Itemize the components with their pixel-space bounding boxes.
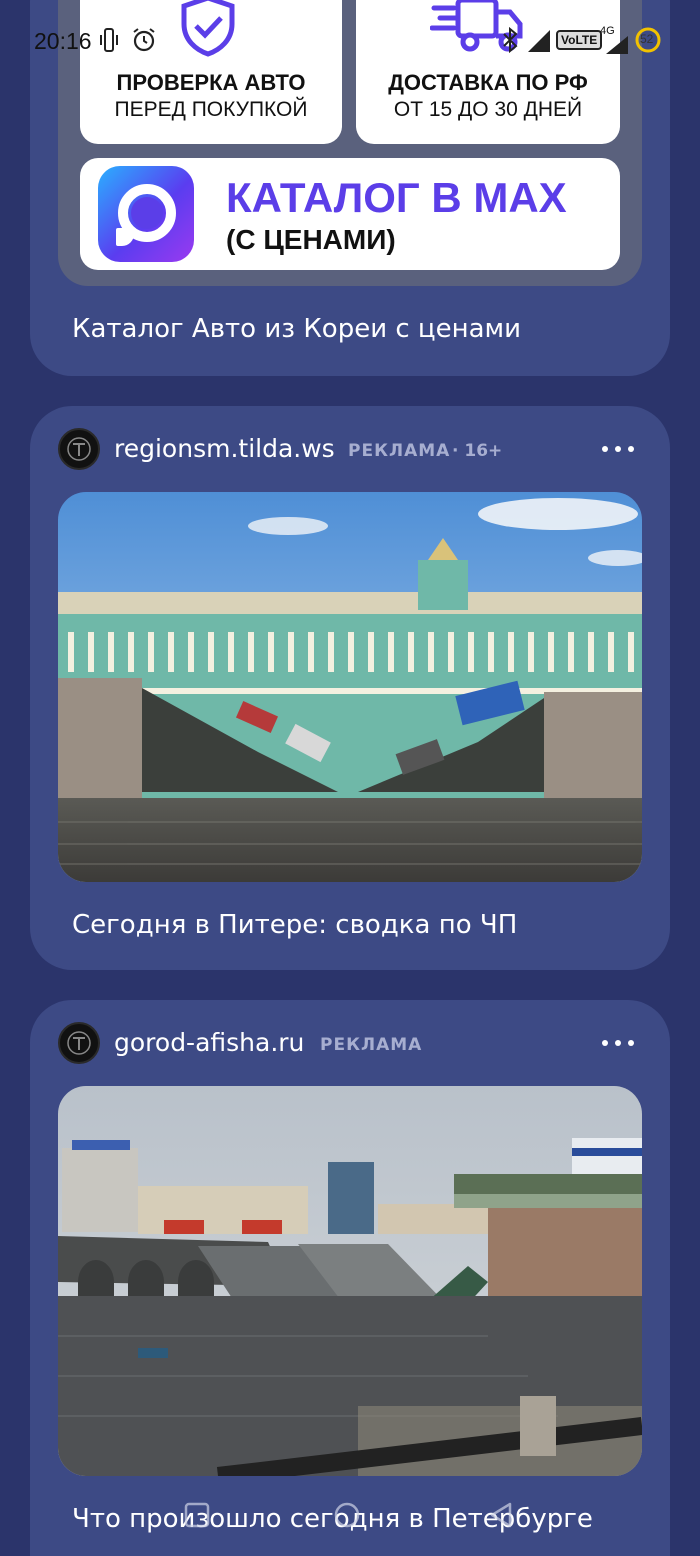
signal-secondary-icon	[606, 36, 628, 54]
system-nav-bar	[0, 1490, 700, 1550]
tile-delivery-line1: ДОСТАВКА ПО РФ	[388, 70, 588, 95]
ad-label: РЕКЛАМА	[320, 1035, 423, 1055]
battery-level: 52	[640, 32, 654, 46]
status-bar: 20:16 VoLTE 4G 52	[0, 22, 700, 58]
tile-check-line2: ПЕРЕД ПОКУПКОЙ	[114, 98, 308, 121]
ad-card[interactable]: gorod-afisha.ru РЕКЛАМА Что произошло се…	[30, 1000, 670, 1556]
tile-max-catalog: КАТАЛОГ В MAX (С ЦЕНАМИ)	[80, 158, 620, 270]
ad-header: gorod-afisha.ru РЕКЛАМА	[58, 1020, 642, 1068]
ad-card-title[interactable]: Сегодня в Питере: сводка по ЧП	[72, 910, 517, 940]
max-catalog-title: КАТАЛОГ В MAX	[226, 174, 567, 221]
tile-delivery-line2: ОТ 15 ДО 30 ДНЕЙ	[393, 98, 583, 121]
ad-photo-illustration	[58, 1086, 642, 1476]
ad-card[interactable]: regionsm.tilda.ws РЕКЛАМА · 16+ Сегодня …	[30, 406, 670, 970]
ad-label: РЕКЛАМА	[348, 441, 451, 461]
back-icon[interactable]	[486, 1500, 516, 1530]
ad-header: regionsm.tilda.ws РЕКЛАМА · 16+	[58, 426, 642, 474]
more-options-button[interactable]	[602, 1028, 638, 1058]
collapsed-bridge-by-palace-photo[interactable]	[58, 492, 642, 882]
more-options-button[interactable]	[602, 434, 638, 464]
collapsed-bridge-city-photo[interactable]	[58, 1086, 642, 1476]
volte-badge: VoLTE	[556, 30, 603, 50]
age-rating-label: · 16+	[452, 441, 503, 461]
recent-apps-icon[interactable]	[182, 1500, 212, 1530]
status-time: 20:16	[34, 28, 92, 54]
bluetooth-icon	[503, 27, 518, 53]
source-name[interactable]: regionsm.tilda.ws	[114, 434, 335, 463]
promo-card-title[interactable]: Каталог Авто из Кореи с ценами	[72, 314, 521, 344]
max-messenger-logo	[98, 166, 194, 262]
tile-check-line1: ПРОВЕРКА АВТО	[116, 70, 306, 95]
source-logo-icon	[67, 437, 91, 461]
screen: 20:16 VoLTE 4G 52 ПРОВЕРКА АВТО ПЕРЕД ПО…	[0, 0, 700, 1556]
alarm-icon	[133, 28, 155, 52]
source-logo-icon	[67, 1031, 91, 1055]
max-catalog-subtitle: (С ЦЕНАМИ)	[226, 224, 396, 255]
source-name[interactable]: gorod-afisha.ru	[114, 1028, 304, 1057]
vibrate-icon	[100, 28, 118, 52]
source-avatar[interactable]	[58, 1022, 100, 1064]
home-icon[interactable]	[332, 1500, 362, 1530]
source-avatar[interactable]	[58, 428, 100, 470]
signal-icon	[528, 30, 550, 52]
ad-photo-illustration	[58, 492, 642, 882]
